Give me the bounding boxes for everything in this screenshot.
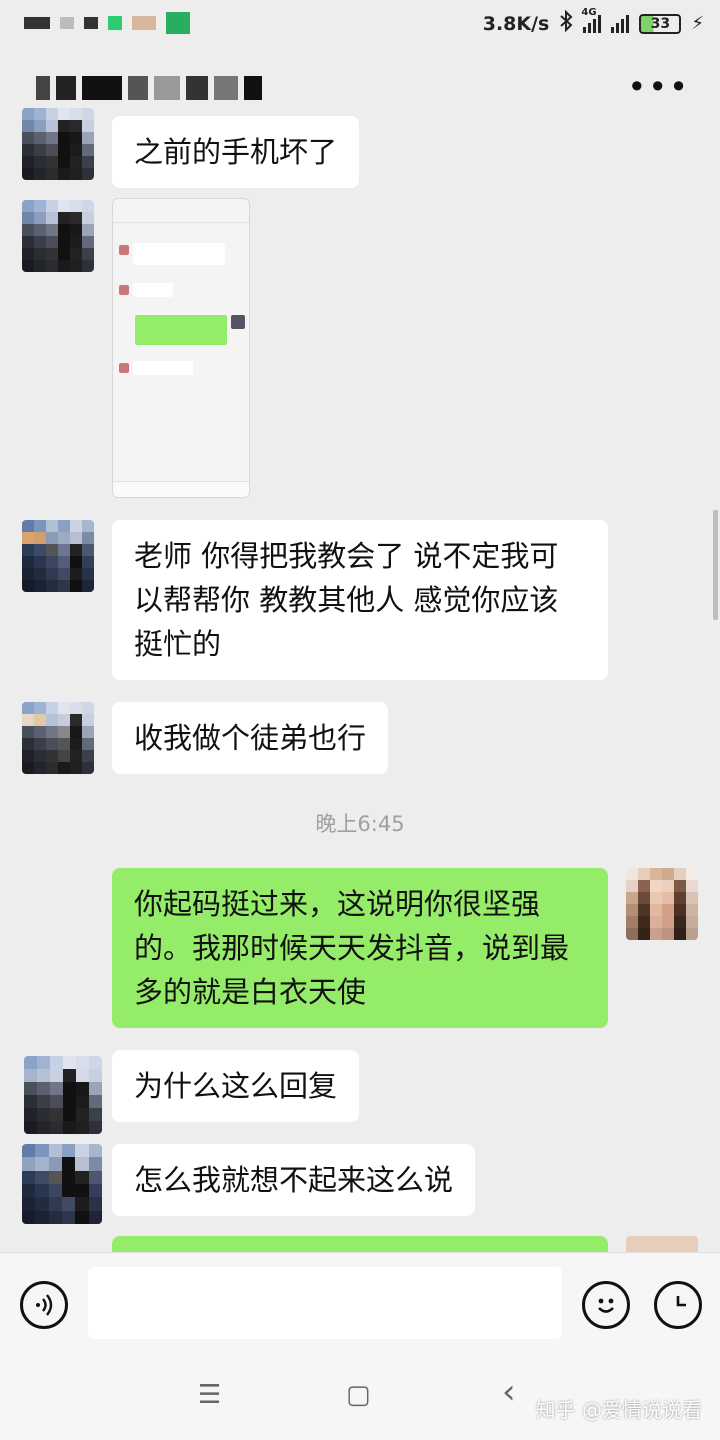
- history-plus-button[interactable]: [654, 1281, 702, 1329]
- status-bar: 3.8K/s 4G 33 ⚡: [0, 0, 720, 46]
- contact-avatar[interactable]: [22, 200, 94, 272]
- more-options-button[interactable]: •••: [627, 71, 690, 103]
- back-button[interactable]: ‹: [502, 1372, 516, 1412]
- screenshot-header: [113, 199, 249, 223]
- contact-avatar[interactable]: [24, 1056, 102, 1134]
- charging-icon: ⚡: [691, 13, 704, 34]
- message-bubble-received[interactable]: 怎么我就想不起来这么说: [112, 1144, 476, 1216]
- message-bubble-sent-partial[interactable]: [112, 1236, 608, 1252]
- clock-icon: [676, 1296, 686, 1307]
- signal-icon: 4G: [581, 7, 602, 33]
- network-speed: 3.8K/s: [482, 12, 550, 35]
- screenshot-bubble: [133, 243, 225, 265]
- user-avatar[interactable]: [626, 868, 698, 940]
- time-divider: 晚上6:45: [315, 812, 405, 836]
- voice-input-button[interactable]: [20, 1281, 68, 1329]
- menu-button[interactable]: ☰: [198, 1380, 221, 1410]
- screenshot-avatar: [119, 245, 129, 255]
- smiley-icon: [598, 1298, 614, 1313]
- message-bubble-received[interactable]: 为什么这么回复: [112, 1050, 360, 1122]
- image-message-screenshot[interactable]: [112, 198, 250, 498]
- system-nav-bar: ☰ ▢ ‹ 知乎 @爱情说说看: [0, 1356, 720, 1440]
- signal-icon-2: [611, 14, 630, 33]
- signal-type-label: 4G: [581, 6, 597, 18]
- contact-avatar[interactable]: [22, 108, 94, 180]
- user-avatar-partial[interactable]: [626, 1236, 698, 1252]
- chat-title-pixelated: [36, 76, 262, 100]
- message-text-input[interactable]: [88, 1267, 562, 1339]
- screenshot-avatar: [119, 363, 129, 373]
- message-bubble-received[interactable]: 老师 你得把我教会了 说不定我可以帮帮你 教教其他人 感觉你应该挺忙的: [112, 520, 608, 680]
- voice-icon: [36, 1294, 53, 1316]
- emoji-button[interactable]: [582, 1281, 630, 1329]
- screenshot-avatar: [231, 315, 245, 329]
- message-bubble-received[interactable]: 收我做个徒弟也行: [112, 702, 389, 774]
- screenshot-bubble: [133, 361, 193, 375]
- message-bubble-received[interactable]: 之前的手机坏了: [112, 116, 360, 188]
- screenshot-bubble: [133, 283, 173, 297]
- bluetooth-icon: [559, 9, 573, 37]
- scrollbar[interactable]: [713, 510, 718, 620]
- message-input-bar: [0, 1252, 720, 1356]
- watermark-text: 知乎 @爱情说说看: [535, 1398, 702, 1422]
- message-bubble-sent[interactable]: 你起码挺过来，这说明你很坚强的。我那时候天天发抖音，说到最多的就是白衣天使: [112, 868, 608, 1028]
- screenshot-bubble-green: [135, 315, 227, 345]
- screenshot-footer: [113, 481, 249, 497]
- status-left-pixelated: [24, 12, 190, 34]
- contact-avatar[interactable]: [22, 702, 94, 774]
- contact-avatar[interactable]: [22, 1144, 102, 1224]
- home-button[interactable]: ▢: [346, 1380, 371, 1410]
- battery-icon: 33: [639, 13, 682, 34]
- screenshot-avatar: [119, 285, 129, 295]
- contact-avatar[interactable]: [22, 520, 94, 592]
- chat-header: •••: [0, 46, 720, 132]
